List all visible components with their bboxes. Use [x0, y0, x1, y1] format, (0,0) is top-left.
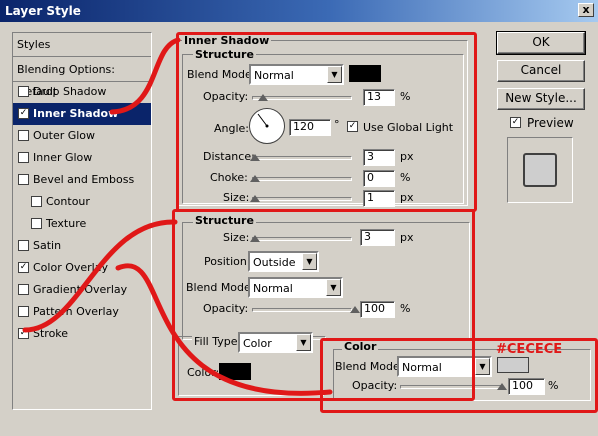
annotation-arrows [22, 37, 333, 396]
inner-shadow-arrow [109, 37, 181, 115]
color-overlay-arrow [115, 263, 333, 396]
stroke-arrow [22, 219, 178, 333]
